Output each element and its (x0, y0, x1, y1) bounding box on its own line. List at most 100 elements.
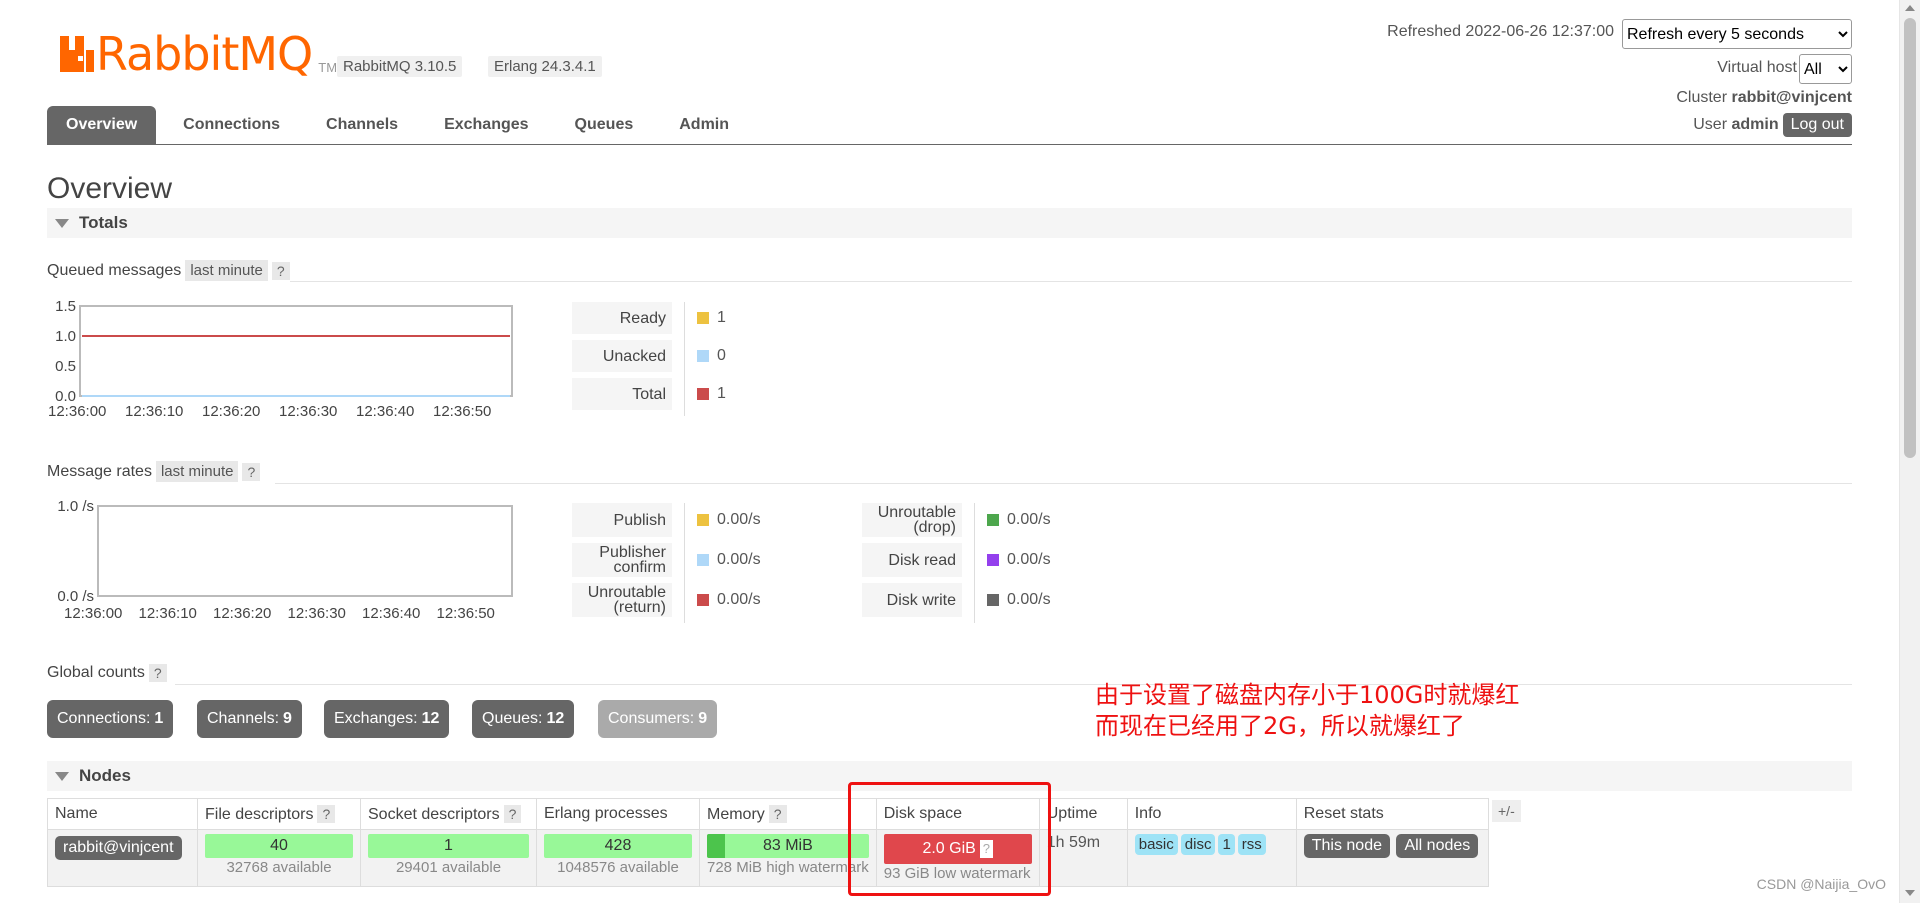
memory-help-icon[interactable]: ? (768, 804, 787, 823)
queued-messages-title: Queued messages (47, 261, 182, 279)
socket-descriptors-help-icon[interactable]: ? (503, 804, 522, 823)
global-counts-help-icon[interactable]: ? (148, 664, 167, 682)
reset-all-nodes-button[interactable]: All nodes (1396, 834, 1479, 858)
socket-descriptors-available: 29401 available (395, 859, 502, 876)
legend-row: Disk write 0.00/s (862, 583, 1051, 623)
logout-button[interactable]: Log out (1782, 113, 1852, 137)
col-name: Name (47, 798, 198, 830)
cell-node-name: rabbit@vinjcent (47, 829, 198, 887)
legend-row: Total 1 (572, 378, 726, 416)
legend-value: 0.00/s (697, 503, 761, 537)
legend-label: Unroutable (return) (572, 583, 672, 617)
legend-swatch-icon (987, 554, 999, 566)
legend-separator (684, 378, 685, 416)
legend-label: Disk write (862, 583, 962, 617)
cell-uptime: 1h 59m (1038, 829, 1128, 887)
exchanges-count-button[interactable]: Exchanges: 12 (324, 700, 450, 738)
consumers-count-button[interactable]: Consumers: 9 (598, 700, 718, 738)
tab-channels[interactable]: Channels (307, 106, 417, 144)
info-tag-count: 1 (1218, 834, 1235, 855)
queued-legend: Ready 1 Unacked 0 Total 1 (572, 302, 726, 416)
user-name: admin (1731, 116, 1779, 133)
red-annotation-text: 由于设置了磁盘内存小于100G时就爆红 而现在已经用了2G，所以就爆红了 (1095, 680, 1519, 742)
channels-count-value: 9 (283, 710, 292, 727)
file-descriptors-bar: 40 (205, 834, 353, 858)
red-highlight-box (848, 782, 1051, 896)
connections-count-button[interactable]: Connections: 1 (47, 700, 174, 738)
node-name-link[interactable]: rabbit@vinjcent (55, 836, 182, 860)
scrollbar-thumb[interactable] (1904, 18, 1916, 458)
rates-range-selector[interactable]: last minute (155, 461, 239, 482)
queues-count-value: 12 (546, 710, 565, 727)
cluster-name: rabbit@vinjcent (1731, 89, 1852, 106)
x-tick-label: 12:36:20 (202, 403, 260, 420)
global-counts-label: Global counts ? (47, 664, 167, 682)
legend-separator (684, 302, 685, 340)
annotation-line-1: 由于设置了磁盘内存小于100G时就爆红 (1095, 681, 1520, 709)
cell-reset-stats: This node All nodes (1295, 829, 1489, 887)
cluster-info: Cluster rabbit@vinjcent (1676, 89, 1852, 107)
tab-admin[interactable]: Admin (660, 106, 748, 144)
y-tick-label: 1.0 /s (57, 498, 94, 515)
legend-row: Unroutable (drop) 0.00/s (862, 503, 1051, 543)
global-counts-divider (175, 684, 1852, 685)
tab-queues[interactable]: Queues (556, 106, 653, 144)
exchanges-count-label: Exchanges: (334, 710, 418, 727)
chart-plot-area (97, 505, 513, 597)
legend-value-text: 0 (717, 347, 726, 364)
legend-value: 0.00/s (987, 583, 1051, 617)
queues-count-button[interactable]: Queues: 12 (472, 700, 575, 738)
tab-exchanges[interactable]: Exchanges (425, 106, 547, 144)
legend-label: Unroutable (drop) (862, 503, 962, 537)
queued-help-icon[interactable]: ? (271, 261, 290, 280)
rates-divider (275, 483, 1852, 484)
virtual-host-select[interactable]: All (1799, 54, 1852, 84)
legend-swatch-icon (697, 388, 709, 400)
vertical-scrollbar[interactable] (1899, 0, 1920, 903)
tab-connections[interactable]: Connections (164, 106, 299, 144)
legend-label: Publish (572, 503, 672, 537)
x-tick-label: 12:36:10 (125, 403, 183, 420)
column-toggle-button[interactable]: +/- (1492, 800, 1521, 822)
legend-label: Total (572, 378, 672, 410)
channels-count-button[interactable]: Channels: 9 (197, 700, 302, 738)
rabbitmq-version-badge: RabbitMQ 3.10.5 (337, 56, 463, 77)
nodes-table: Name File descriptors? Socket descriptor… (47, 798, 1489, 887)
socket-descriptors-bar: 1 (368, 834, 529, 858)
connections-count-value: 1 (154, 710, 164, 727)
cell-erlang-processes: 428 1048576 available (536, 829, 700, 887)
x-tick-label: 12:36:20 (213, 605, 271, 622)
scroll-up-arrow-icon[interactable] (1905, 5, 1915, 11)
reset-this-node-button[interactable]: This node (1303, 834, 1390, 858)
queued-divider (290, 281, 1852, 282)
erlang-processes-bar: 428 (544, 834, 692, 858)
message-rates-chart: 1.0 /s 0.0 /s12:36:00 12:36:10 12:36:20 12:3… (57, 498, 513, 622)
watermark-text: CSDN @Naijia_OvO (1756, 876, 1886, 892)
legend-swatch-icon (697, 514, 709, 526)
totals-section-header[interactable]: Totals (47, 208, 1852, 238)
y-tick-label: 0.5 (55, 358, 76, 375)
queued-range-selector[interactable]: last minute (185, 260, 268, 281)
legend-swatch-icon (697, 554, 709, 566)
legend-row: Publish 0.00/s (572, 503, 761, 543)
legend-value: 0.00/s (697, 583, 761, 617)
file-descriptors-help-icon[interactable]: ? (317, 804, 336, 823)
rates-legend-right: Unroutable (drop) 0.00/s Disk read 0.00/s Di… (862, 503, 1051, 623)
legend-value-text: 0.00/s (717, 551, 761, 568)
scroll-down-arrow-icon[interactable] (1905, 890, 1915, 896)
legend-swatch-icon (697, 594, 709, 606)
info-tag-basic: basic (1134, 834, 1178, 855)
refresh-interval-select[interactable]: Refresh every 5 seconds (1622, 19, 1852, 49)
rates-help-icon[interactable]: ? (242, 462, 261, 481)
legend-separator (974, 503, 975, 543)
legend-row: Unroutable (return) 0.00/s (572, 583, 761, 623)
x-tick-label: 12:36:00 (64, 605, 122, 622)
cluster-label: Cluster (1676, 89, 1728, 106)
x-tick-label: 12:36:40 (362, 605, 420, 622)
legend-swatch-icon (987, 594, 999, 606)
col-erlang-processes: Erlang processes (536, 798, 700, 830)
main-nav-tabs: Overview Connections Channels Exchanges … (47, 106, 756, 144)
rabbitmq-logo[interactable]: RabbitMQ TM (60, 30, 337, 80)
tab-overview[interactable]: Overview (47, 106, 157, 144)
legend-label: Ready (572, 302, 672, 334)
